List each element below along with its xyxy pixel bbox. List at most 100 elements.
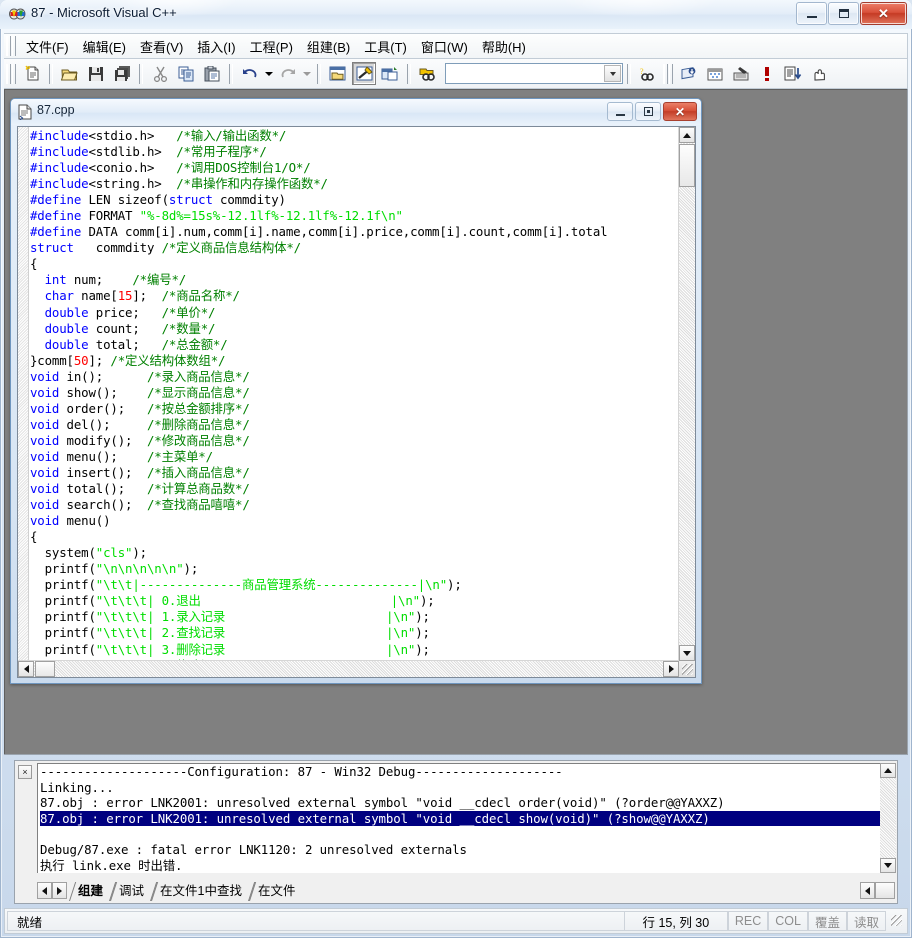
open-folder-icon[interactable] bbox=[58, 62, 82, 85]
output-vertical-scrollbar[interactable] bbox=[880, 763, 896, 873]
tab-build[interactable]: 组建 bbox=[69, 882, 117, 901]
output-scroll-up-button[interactable] bbox=[880, 763, 896, 778]
tab-find-in-files-1[interactable]: 在文件1中查找 bbox=[151, 882, 256, 901]
editor-selection-margin[interactable] bbox=[18, 127, 29, 677]
scroll-up-button[interactable] bbox=[679, 127, 695, 143]
menu-build[interactable]: 组建(B) bbox=[300, 34, 357, 59]
save-icon[interactable] bbox=[84, 62, 108, 85]
save-all-icon[interactable] bbox=[110, 62, 134, 85]
insert-breakpoint-icon[interactable] bbox=[807, 62, 831, 85]
build-toolbar-drag-handle[interactable] bbox=[663, 63, 673, 84]
output-pane: × --------------------Configuration: 87 … bbox=[14, 760, 898, 904]
minimize-icon bbox=[806, 15, 817, 18]
find-dropdown-button[interactable] bbox=[604, 65, 621, 82]
window-title: 87 - Microsoft Visual C++ bbox=[31, 5, 177, 20]
caret-position: 行 15, 列 30 bbox=[623, 911, 728, 931]
menubar-drag-handle[interactable] bbox=[6, 36, 16, 56]
scroll-right-button[interactable] bbox=[663, 661, 679, 677]
document-window-controls: ✕ bbox=[605, 102, 697, 121]
code-editor[interactable]: #include<stdio.h> /*输入/输出函数*/ #include<s… bbox=[17, 126, 696, 678]
menu-file[interactable]: 文件(F) bbox=[19, 34, 76, 59]
scroll-left-button[interactable] bbox=[18, 661, 34, 677]
chevron-up-icon bbox=[884, 768, 892, 773]
tab-scroll-left-button[interactable] bbox=[37, 882, 52, 899]
output-window-icon[interactable] bbox=[352, 62, 376, 85]
menu-project[interactable]: 工程(P) bbox=[243, 34, 300, 59]
output-scroll-down-button[interactable] bbox=[880, 858, 896, 873]
menu-insert[interactable]: 插入(I) bbox=[190, 34, 242, 59]
document-window-87cpp: 87.cpp ✕ #include<stdio.h> /*输入/输出函数*/ #… bbox=[10, 98, 702, 684]
menu-edit[interactable]: 编辑(E) bbox=[76, 34, 133, 59]
redo-dropdown-arrow[interactable] bbox=[301, 62, 313, 85]
find-in-files-icon[interactable] bbox=[416, 62, 440, 85]
tab-find-in-files-2[interactable]: 在文件 bbox=[248, 882, 303, 901]
status-col: COL bbox=[768, 911, 808, 931]
build-icon[interactable] bbox=[703, 62, 727, 85]
status-message: 就绪 bbox=[7, 911, 624, 931]
tab-scroll-buttons bbox=[37, 880, 67, 901]
cut-icon[interactable] bbox=[148, 62, 172, 85]
status-rec: REC bbox=[727, 911, 769, 931]
editor-horizontal-scrollbar[interactable] bbox=[18, 660, 679, 677]
build-execute-icon[interactable] bbox=[729, 62, 753, 85]
stop-build-icon[interactable] bbox=[755, 62, 779, 85]
output-close-button[interactable]: × bbox=[18, 765, 32, 779]
document-title-bar[interactable]: 87.cpp ✕ bbox=[11, 99, 701, 125]
editor-size-grip[interactable] bbox=[679, 661, 695, 677]
cpp-file-icon bbox=[18, 104, 32, 121]
editor-vscroll-thumb[interactable] bbox=[679, 144, 695, 187]
find-input[interactable] bbox=[446, 64, 606, 83]
copy-icon[interactable] bbox=[174, 62, 198, 85]
status-overwrite: 覆盖 bbox=[807, 911, 847, 931]
status-size-grip[interactable] bbox=[888, 913, 904, 929]
tab-bar-filler bbox=[875, 882, 895, 899]
build-output-text[interactable]: --------------------Configuration: 87 - … bbox=[37, 763, 880, 873]
undo-icon[interactable] bbox=[238, 62, 262, 85]
menu-help[interactable]: 帮助(H) bbox=[475, 34, 533, 59]
editor-vertical-scrollbar[interactable] bbox=[678, 127, 695, 661]
titlebar-glow-2 bbox=[560, 0, 720, 18]
document-close-button[interactable]: ✕ bbox=[663, 102, 697, 121]
workspace-icon[interactable] bbox=[326, 62, 350, 85]
window-list-icon[interactable] bbox=[378, 62, 402, 85]
toolbar-drag-handle[interactable] bbox=[6, 63, 16, 84]
menu-tools[interactable]: 工具(T) bbox=[357, 34, 414, 59]
tab-overflow-left-button[interactable] bbox=[860, 882, 875, 899]
toolbar-separator-3 bbox=[229, 63, 233, 84]
tab-debug[interactable]: 调试 bbox=[110, 882, 158, 901]
maximize-button[interactable] bbox=[828, 2, 859, 25]
chevron-left-icon bbox=[42, 886, 47, 895]
editor-hscroll-thumb[interactable] bbox=[35, 661, 55, 677]
mdi-client-area: 87.cpp ✕ #include<stdio.h> /*输入/输出函数*/ #… bbox=[4, 89, 908, 755]
menu-window[interactable]: 窗口(W) bbox=[414, 34, 475, 59]
minimize-button[interactable] bbox=[796, 2, 827, 25]
find-help-icon[interactable]: ? bbox=[636, 62, 660, 85]
menu-view[interactable]: 查看(V) bbox=[133, 34, 190, 59]
undo-dropdown-arrow[interactable] bbox=[263, 62, 275, 85]
chevron-left-icon bbox=[23, 665, 29, 673]
go-icon[interactable] bbox=[781, 62, 805, 85]
find-combo[interactable] bbox=[445, 63, 623, 84]
code-text[interactable]: #include<stdio.h> /*输入/输出函数*/ #include<s… bbox=[30, 128, 678, 660]
close-button[interactable]: ✕ bbox=[860, 2, 907, 25]
document-restore-button[interactable] bbox=[635, 102, 661, 121]
document-minimize-button[interactable] bbox=[607, 102, 633, 121]
redo-icon[interactable] bbox=[276, 62, 300, 85]
tab-bar-right-controls bbox=[860, 880, 895, 901]
chevron-down-icon bbox=[609, 71, 616, 76]
scroll-down-button[interactable] bbox=[679, 645, 695, 661]
chevron-left-icon bbox=[865, 886, 870, 895]
restore-icon bbox=[643, 107, 653, 116]
visual-cpp-window: 87 - Microsoft Visual C++ ✕ 文件(F) 编辑(E) … bbox=[0, 0, 912, 938]
menu-bar: 文件(F) 编辑(E) 查看(V) 插入(I) 工程(P) 组建(B) 工具(T… bbox=[4, 33, 908, 59]
compile-icon[interactable] bbox=[677, 62, 701, 85]
paste-icon[interactable] bbox=[200, 62, 224, 85]
close-icon: ✕ bbox=[674, 104, 686, 119]
status-bar: 就绪 行 15, 列 30 REC COL 覆盖 读取 bbox=[4, 908, 908, 934]
tab-scroll-right-button[interactable] bbox=[52, 882, 67, 899]
chevron-down-icon bbox=[884, 863, 892, 868]
new-file-icon[interactable] bbox=[20, 62, 44, 85]
standard-toolbar: ? bbox=[4, 59, 908, 89]
close-icon: ✕ bbox=[878, 6, 889, 21]
chevron-down-icon bbox=[683, 650, 691, 656]
